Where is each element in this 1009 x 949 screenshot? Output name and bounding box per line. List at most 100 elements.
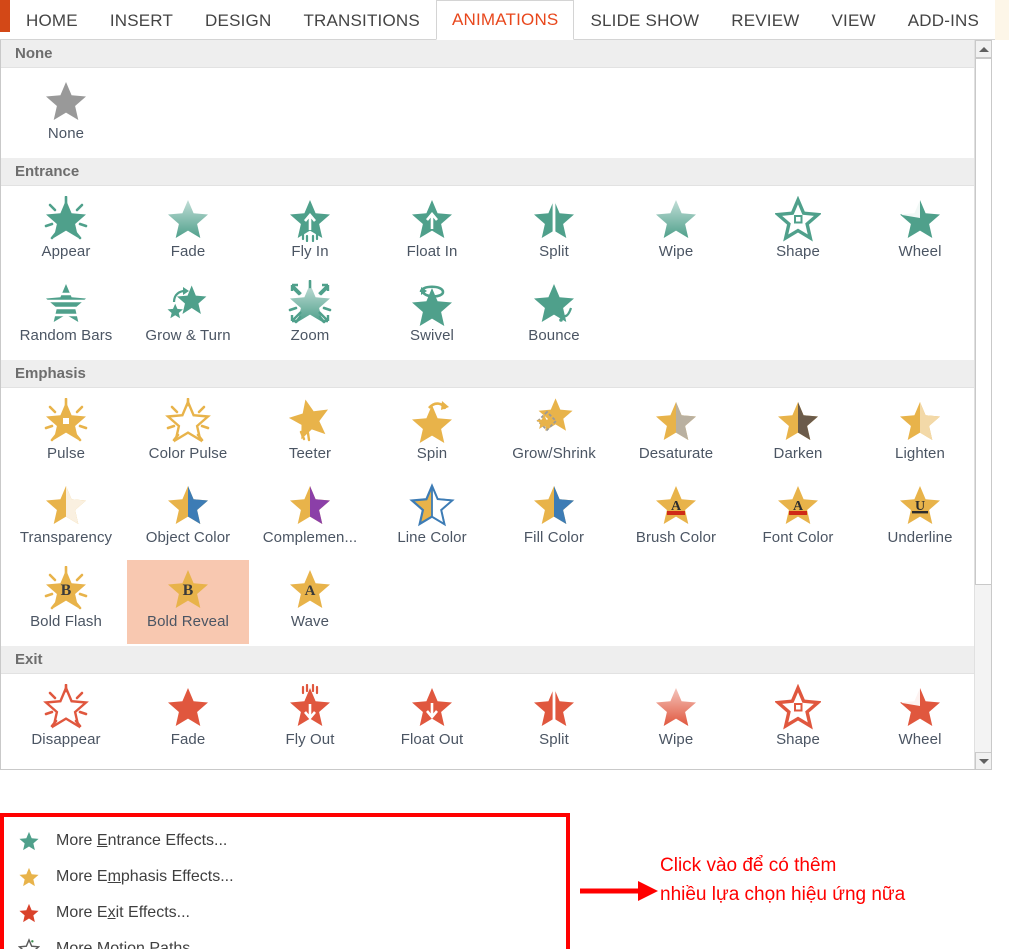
animation-item-label: Font Color: [762, 529, 834, 546]
animation-item-label: Complemen...: [262, 529, 358, 546]
animation-item-label: Wave: [290, 613, 330, 630]
ribbon-tab-review[interactable]: REVIEW: [715, 0, 815, 40]
animation-item-transparency[interactable]: Transparency: [5, 476, 127, 560]
animation-item-zoom[interactable]: Zoom: [249, 274, 371, 358]
animation-item-brush-color[interactable]: A Brush Color: [615, 476, 737, 560]
animation-item-label: Color Pulse: [148, 445, 228, 462]
animation-item-label: Darken: [773, 445, 823, 462]
animation-item-disappear[interactable]: Disappear: [5, 678, 127, 762]
animation-item-shape[interactable]: Shape: [737, 190, 859, 274]
animation-item-float-in[interactable]: Float In: [371, 190, 493, 274]
animation-item-darken[interactable]: Darken: [737, 392, 859, 476]
menu-item-more-entrance-effects[interactable]: More Entrance Effects...: [4, 823, 566, 859]
animation-item-lighten[interactable]: Lighten: [859, 392, 981, 476]
ribbon-tab-animations[interactable]: ANIMATIONS: [435, 0, 575, 40]
animation-item-pulse[interactable]: Pulse: [5, 392, 127, 476]
ribbon-tab-design[interactable]: DESIGN: [189, 0, 287, 40]
animation-item-complemen[interactable]: Complemen...: [249, 476, 371, 560]
animation-item-label: Shape: [776, 243, 820, 260]
animation-item-fill-color[interactable]: Fill Color: [493, 476, 615, 560]
menu-item-label: More Entrance Effects...: [56, 832, 228, 849]
animation-item-label: Zoom: [290, 327, 330, 344]
ribbon-tab-add-ins[interactable]: ADD-INS: [892, 0, 995, 40]
star-burst-icon: [43, 196, 89, 242]
gallery-grid-exit: Disappear Fade Fly Out Float Out Split Wipe Sh…: [1, 674, 991, 764]
animation-item-label: Lighten: [895, 445, 945, 462]
animation-item-desaturate[interactable]: Desaturate: [615, 392, 737, 476]
star-letter-u-icon: U: [897, 482, 943, 528]
animation-item-teeter[interactable]: Teeter: [249, 392, 371, 476]
animation-item-label: Float Out: [400, 731, 464, 748]
animation-item-label: Fly In: [291, 243, 329, 260]
gallery-grid-none: None: [1, 68, 991, 158]
animation-item-label: Desaturate: [638, 445, 714, 462]
animation-item-label: Fill Color: [523, 529, 585, 546]
menu-item-more-exit-effects[interactable]: More Exit Effects...: [4, 895, 566, 931]
animation-item-line-color[interactable]: Line Color: [371, 476, 493, 560]
ribbon-tab-view[interactable]: VIEW: [815, 0, 891, 40]
animation-item-wipe[interactable]: Wipe: [615, 190, 737, 274]
star-outline-diamond-icon: [775, 684, 821, 730]
menu-item-more-motion-paths[interactable]: More Motion Paths...: [4, 931, 566, 949]
star-arrow-up-lines-icon: [287, 196, 333, 242]
animation-item-grow-turn[interactable]: Grow & Turn: [127, 274, 249, 358]
ribbon-tab-contextual-format[interactable]: FOI: [995, 0, 1009, 40]
animation-item-object-color[interactable]: Object Color: [127, 476, 249, 560]
star-half-dark-icon: [775, 398, 821, 444]
ribbon-tab-transitions[interactable]: TRANSITIONS: [287, 0, 436, 40]
animation-item-label: Fade: [170, 243, 206, 260]
animation-item-wave[interactable]: A Wave: [249, 560, 371, 644]
animation-item-shape[interactable]: Shape: [737, 678, 859, 762]
gallery-section-header-emphasis: Emphasis: [1, 360, 991, 388]
star-letter-a-red-bar-icon: A: [775, 482, 821, 528]
animation-item-wheel[interactable]: Wheel: [859, 678, 981, 762]
ribbon-tab-insert[interactable]: INSERT: [94, 0, 189, 40]
animation-item-bold-flash[interactable]: B Bold Flash: [5, 560, 127, 644]
star-gold-icon: [18, 866, 42, 888]
star-outline-burst-icon: [165, 398, 211, 444]
animation-item-font-color[interactable]: A Font Color: [737, 476, 859, 560]
menu-item-more-emphasis-effects[interactable]: More Emphasis Effects...: [4, 859, 566, 895]
animation-item-split[interactable]: Split: [493, 678, 615, 762]
animation-item-fade[interactable]: Fade: [127, 190, 249, 274]
ribbon-tab-home[interactable]: HOME: [10, 0, 94, 40]
animation-item-fly-in[interactable]: Fly In: [249, 190, 371, 274]
scrollbar-track[interactable]: [975, 585, 991, 752]
scroll-down-button[interactable]: [975, 752, 991, 769]
scrollbar-thumb[interactable]: [975, 58, 991, 585]
animation-item-fade[interactable]: Fade: [127, 678, 249, 762]
chevron-up-icon: [978, 46, 989, 52]
animation-item-bold-reveal[interactable]: B Bold Reveal: [127, 560, 249, 644]
animation-item-label: Fly Out: [285, 731, 335, 748]
star-half-blue-icon: [531, 482, 577, 528]
animation-item-wheel[interactable]: Wheel: [859, 190, 981, 274]
animation-item-swivel[interactable]: Swivel: [371, 274, 493, 358]
animation-item-label: Grow & Turn: [145, 327, 231, 344]
animation-item-bounce[interactable]: Bounce: [493, 274, 615, 358]
animation-item-fly-out[interactable]: Fly Out: [249, 678, 371, 762]
gallery-scrollbar[interactable]: [974, 40, 991, 769]
animation-item-appear[interactable]: Appear: [5, 190, 127, 274]
animation-item-float-out[interactable]: Float Out: [371, 678, 493, 762]
scroll-up-button[interactable]: [975, 40, 991, 58]
animation-item-none[interactable]: None: [5, 72, 127, 156]
animation-item-grow-shrink[interactable]: Grow/Shrink: [493, 392, 615, 476]
animation-item-label: Teeter: [288, 445, 332, 462]
animation-item-spin[interactable]: Spin: [371, 392, 493, 476]
star-letter-a-red-bar-icon: A: [653, 482, 699, 528]
gallery-section-header-exit: Exit: [1, 646, 991, 674]
animation-item-label: Transparency: [19, 529, 113, 546]
star-outline-diamond-icon: [775, 196, 821, 242]
svg-text:A: A: [305, 583, 316, 599]
animation-item-split[interactable]: Split: [493, 190, 615, 274]
animation-item-wipe[interactable]: Wipe: [615, 678, 737, 762]
animation-item-underline[interactable]: U Underline: [859, 476, 981, 560]
star-bars-icon: [43, 280, 89, 326]
animation-item-label: Split: [539, 731, 569, 748]
animation-item-random-bars[interactable]: Random Bars: [5, 274, 127, 358]
star-fade-icon: [165, 196, 211, 242]
ribbon-tab-slide-show[interactable]: SLIDE SHOW: [574, 0, 715, 40]
animation-item-color-pulse[interactable]: Color Pulse: [127, 392, 249, 476]
animation-item-label: Underline: [887, 529, 953, 546]
animation-item-label: Wheel: [898, 731, 942, 748]
